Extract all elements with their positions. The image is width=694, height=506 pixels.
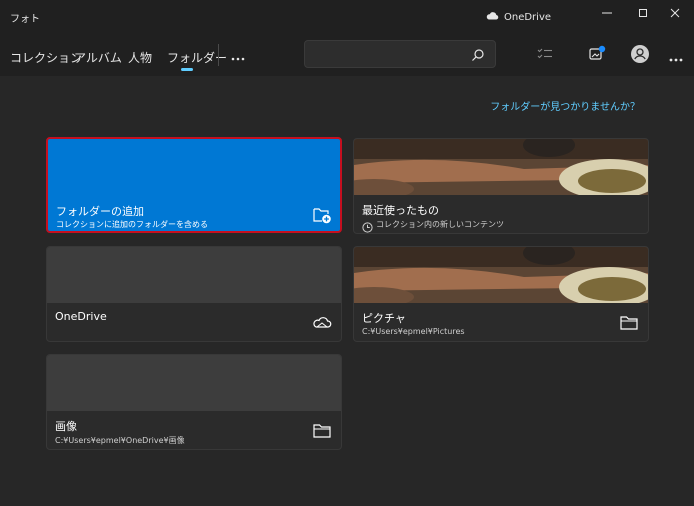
more-tabs-button[interactable] [230,47,246,63]
images-thumbnail [47,355,341,411]
search-icon[interactable] [471,47,485,61]
tab-collection[interactable]: コレクション [10,49,82,66]
app-title: フォト [10,14,40,25]
import-button[interactable] [585,43,609,67]
nav-divider [218,44,219,66]
import-icon [588,45,606,65]
card-title: ピクチャ [362,312,406,325]
card-subtitle: コレクションに追加のフォルダーを含める [56,220,208,229]
folder-help-link[interactable]: フォルダーが見つかりませんか？ [490,98,640,113]
tab-people[interactable]: 人物 [128,49,152,66]
select-button[interactable] [533,43,557,67]
card-subtitle: C:¥Users¥epmel¥Pictures [362,327,465,336]
onedrive-thumbnail [47,247,341,303]
see-more-button[interactable] [664,44,688,68]
recent-thumbnail [354,139,648,199]
card-title: フォルダーの追加 [56,205,144,218]
onedrive-card[interactable]: OneDrive [46,246,342,342]
cloud-icon [486,11,499,23]
close-button[interactable] [656,0,694,26]
cloud-icon [312,313,332,333]
card-title: 画像 [55,420,77,433]
ellipsis-icon [231,46,245,65]
card-subtitle: C:¥Users¥epmel¥OneDrive¥画像 [55,436,185,445]
clock-icon [362,218,373,233]
tab-album[interactable]: アルバム [74,49,122,66]
maximize-icon [638,8,648,18]
title-bar: フォト OneDrive [0,0,694,32]
photos-window: フォト OneDrive コレクション アルバム 人物 フォルダー フォルダーが… [0,0,694,506]
minimize-button[interactable] [588,0,626,26]
card-title: 最近使ったもの [362,204,439,217]
folder-icon [619,313,639,333]
pictures-thumbnail [354,247,648,307]
pictures-card[interactable]: ピクチャ C:¥Users¥epmel¥Pictures [353,246,649,342]
close-icon [670,8,680,18]
folder-add-icon [312,205,332,225]
card-subtitle: コレクション内の新しいコンテンツ [376,220,504,229]
checklist-icon [537,46,553,65]
onedrive-label: OneDrive [504,11,552,23]
add-folder-card[interactable]: フォルダーの追加 コレクションに追加のフォルダーを含める [46,137,342,233]
recent-card[interactable]: 最近使ったもの コレクション内の新しいコンテンツ [353,138,649,234]
minimize-icon [602,8,612,18]
selected-tab-indicator [181,68,193,71]
onedrive-status[interactable]: OneDrive [486,11,551,23]
ellipsis-icon [669,47,683,66]
account-icon [630,44,650,68]
images-card[interactable]: 画像 C:¥Users¥epmel¥OneDrive¥画像 [46,354,342,450]
card-title: OneDrive [55,310,107,323]
search-input[interactable] [304,40,496,68]
folder-icon [312,421,332,441]
account-button[interactable] [628,44,652,68]
